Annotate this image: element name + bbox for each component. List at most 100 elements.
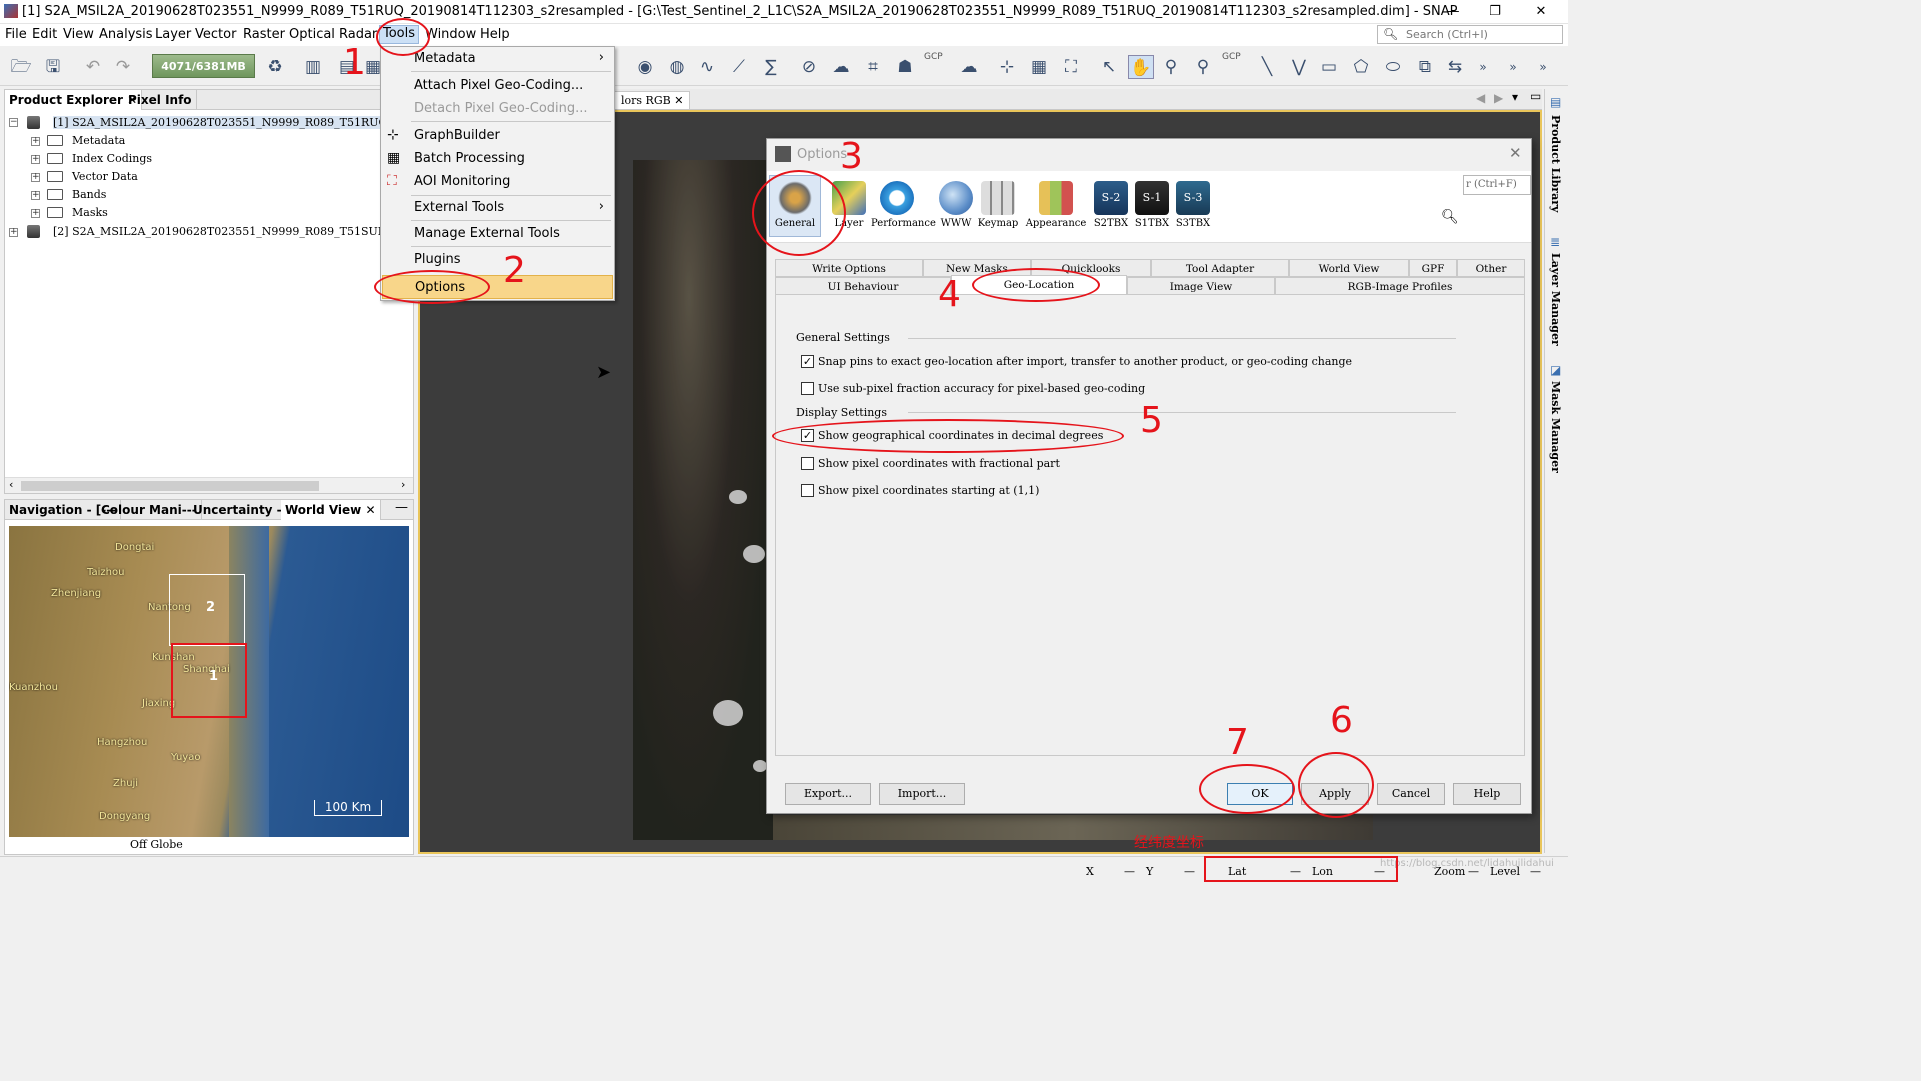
memory-indicator[interactable]: 4071/6381MB — [152, 54, 255, 78]
scatter-plot-icon[interactable]: ⟋ — [726, 55, 752, 79]
import-button[interactable]: Import... — [879, 783, 965, 805]
tab-list-icon[interactable]: ▾ — [1512, 90, 1518, 104]
tab-image-view[interactable]: Image View — [1127, 277, 1275, 295]
close-icon[interactable]: ✕ — [1509, 144, 1522, 162]
tree-product-1[interactable]: [1] S2A_MSIL2A_20190628T023551_N9999_R08… — [53, 116, 429, 129]
expand-icon[interactable]: + — [31, 137, 40, 146]
expand-icon[interactable]: + — [31, 209, 40, 218]
menu-layer[interactable]: Layer — [155, 27, 191, 42]
search-input[interactable]: 🔍︎ Search (Ctrl+I) — [1377, 25, 1563, 44]
menu-item-graph-builder[interactable]: ⊹ GraphBuilder — [381, 124, 614, 148]
menu-item-manage-external-tools[interactable]: Manage External Tools — [381, 222, 614, 246]
range-finder-icon[interactable]: ⧉ — [1412, 55, 1438, 79]
tab-rgb-image-profiles[interactable]: RGB-Image Profiles — [1275, 277, 1525, 295]
mask-icon[interactable]: ⊘ — [796, 55, 822, 79]
toolbar-overflow-icon[interactable]: » — [1470, 55, 1496, 79]
polyline-tool-icon[interactable]: ⋁ — [1286, 55, 1312, 79]
expand-icon[interactable]: + — [31, 155, 40, 164]
scrollbar-thumb[interactable] — [21, 481, 319, 491]
pin-manager-icon[interactable]: ☗ — [892, 55, 918, 79]
tab-ui-behaviour[interactable]: UI Behaviour — [775, 277, 951, 295]
batch-processing-icon[interactable]: ▦ — [1026, 55, 1052, 79]
export-button[interactable]: Export... — [785, 783, 871, 805]
spectrum-icon[interactable]: ☁ — [828, 55, 854, 79]
category-appearance[interactable]: Appearance — [1025, 181, 1087, 229]
tree-product-2[interactable]: [2] S2A_MSIL2A_20190628T023551_N9999_R08… — [53, 225, 427, 238]
toolbar-overflow-icon-2[interactable]: » — [1500, 55, 1526, 79]
category-s2tbx[interactable]: S-2 S2TBX — [1089, 181, 1133, 229]
scroll-right-icon[interactable]: › — [401, 478, 405, 491]
checkbox-subpixel-accuracy[interactable] — [801, 382, 814, 395]
expand-icon[interactable]: + — [31, 173, 40, 182]
menu-item-attach-pixel-geocoding[interactable]: Attach Pixel Geo-Coding... — [381, 74, 614, 98]
sidebar-tab-layer-manager[interactable]: Layer Manager — [1549, 253, 1562, 346]
tab-colour-manipulation[interactable]: Colour Mani--- — [97, 500, 202, 520]
open-product-icon[interactable]: 🗁 — [8, 55, 34, 79]
menu-window[interactable]: Window — [425, 27, 476, 42]
minimize-button[interactable]: — — [1430, 0, 1476, 24]
tree-node-vector-data[interactable]: Vector Data — [72, 170, 138, 183]
checkbox-fractional-pixel[interactable] — [801, 457, 814, 470]
menu-raster[interactable]: Raster — [243, 27, 285, 42]
options-search-input[interactable]: r (Ctrl+F) — [1463, 175, 1531, 195]
category-s1tbx[interactable]: S-1 S1TBX — [1130, 181, 1174, 229]
select-tool-icon[interactable]: ↖ — [1096, 55, 1122, 79]
tab-scroll-left-icon[interactable]: ◀ — [1476, 91, 1485, 105]
maximize-icon[interactable]: ▭ — [1530, 89, 1541, 103]
tree-node-metadata[interactable]: Metadata — [72, 134, 125, 147]
menu-item-plugins[interactable]: Plugins — [381, 248, 614, 272]
tree-node-masks[interactable]: Masks — [72, 206, 108, 219]
pin-placing-tool-icon[interactable]: ⚲ — [1190, 55, 1216, 79]
menu-item-external-tools[interactable]: External Tools › — [381, 196, 614, 220]
gcp-manager-icon[interactable]: GCP — [924, 52, 943, 62]
tree-node-index-codings[interactable]: Index Codings — [72, 152, 152, 165]
sum-icon[interactable]: ∑ — [758, 55, 784, 79]
satellite-image[interactable] — [633, 160, 773, 840]
menu-help[interactable]: Help — [480, 27, 510, 42]
save-product-icon[interactable]: 🖫 — [40, 55, 66, 79]
checkbox-start-at-one[interactable] — [801, 484, 814, 497]
menu-edit[interactable]: Edit — [32, 27, 57, 42]
tab-world-view[interactable]: World View ✕ — [281, 500, 381, 520]
minimize-panel-icon[interactable]: — — [395, 500, 408, 515]
tab-image-view[interactable]: lors RGB ✕ — [614, 91, 691, 110]
category-keymap[interactable]: Keymap — [972, 181, 1024, 229]
ellipse-tool-icon[interactable]: ⬭ — [1380, 55, 1406, 79]
sidebar-tab-product-library[interactable]: Product Library — [1549, 115, 1562, 212]
redo-icon[interactable]: ↷ — [110, 55, 136, 79]
band-maths-icon[interactable]: ▥ — [300, 55, 326, 79]
tab-gpf[interactable]: GPF — [1409, 259, 1457, 277]
checkbox-snap-pins[interactable]: ✓ — [801, 355, 814, 368]
tab-scroll-right-icon[interactable]: ▶ — [1494, 91, 1503, 105]
gcp-tool-icon[interactable]: GCP — [1222, 52, 1241, 62]
expand-icon[interactable]: + — [9, 228, 18, 237]
product-footprint-1[interactable]: 1 — [171, 643, 247, 718]
menu-vector[interactable]: Vector — [195, 27, 236, 42]
gc-icon[interactable]: ♻ — [262, 55, 288, 79]
tree-node-bands[interactable]: Bands — [72, 188, 106, 201]
zoom-tool-icon[interactable]: ⚲ — [1158, 55, 1184, 79]
product-footprint-2[interactable]: 2 — [169, 574, 245, 646]
close-icon[interactable]: ✕ — [365, 503, 375, 517]
polygon-tool-icon[interactable]: ⬠ — [1348, 55, 1374, 79]
cancel-button[interactable]: Cancel — [1377, 783, 1445, 805]
menu-file[interactable]: File — [5, 27, 27, 42]
tab-tool-adapter[interactable]: Tool Adapter — [1151, 259, 1289, 277]
histogram-icon[interactable]: ∿ — [694, 55, 720, 79]
category-performance[interactable]: Performance — [871, 181, 936, 229]
aoi-monitoring-icon[interactable]: ⛶ — [1058, 55, 1084, 79]
graph-builder-icon[interactable]: ⊹ — [994, 55, 1020, 79]
scroll-left-icon[interactable]: ‹ — [9, 478, 13, 491]
tab-other[interactable]: Other — [1457, 259, 1525, 277]
category-s3tbx[interactable]: S-3 S3TBX — [1171, 181, 1215, 229]
magic-wand-icon[interactable]: ⇆ — [1442, 55, 1468, 79]
horizontal-scrollbar[interactable]: ‹ › — [5, 477, 413, 493]
cloud-icon[interactable]: ☁ — [956, 55, 982, 79]
info-icon[interactable]: ◉ — [632, 55, 658, 79]
line-tool-icon[interactable]: ╲ — [1254, 55, 1280, 79]
toolbar-overflow-icon-3[interactable]: » — [1530, 55, 1556, 79]
menu-radar[interactable]: Radar — [339, 27, 377, 42]
sidebar-tab-mask-manager[interactable]: Mask Manager — [1549, 381, 1562, 473]
menu-analysis[interactable]: Analysis — [99, 27, 153, 42]
menu-item-batch-processing[interactable]: ▦ Batch Processing — [381, 147, 614, 171]
